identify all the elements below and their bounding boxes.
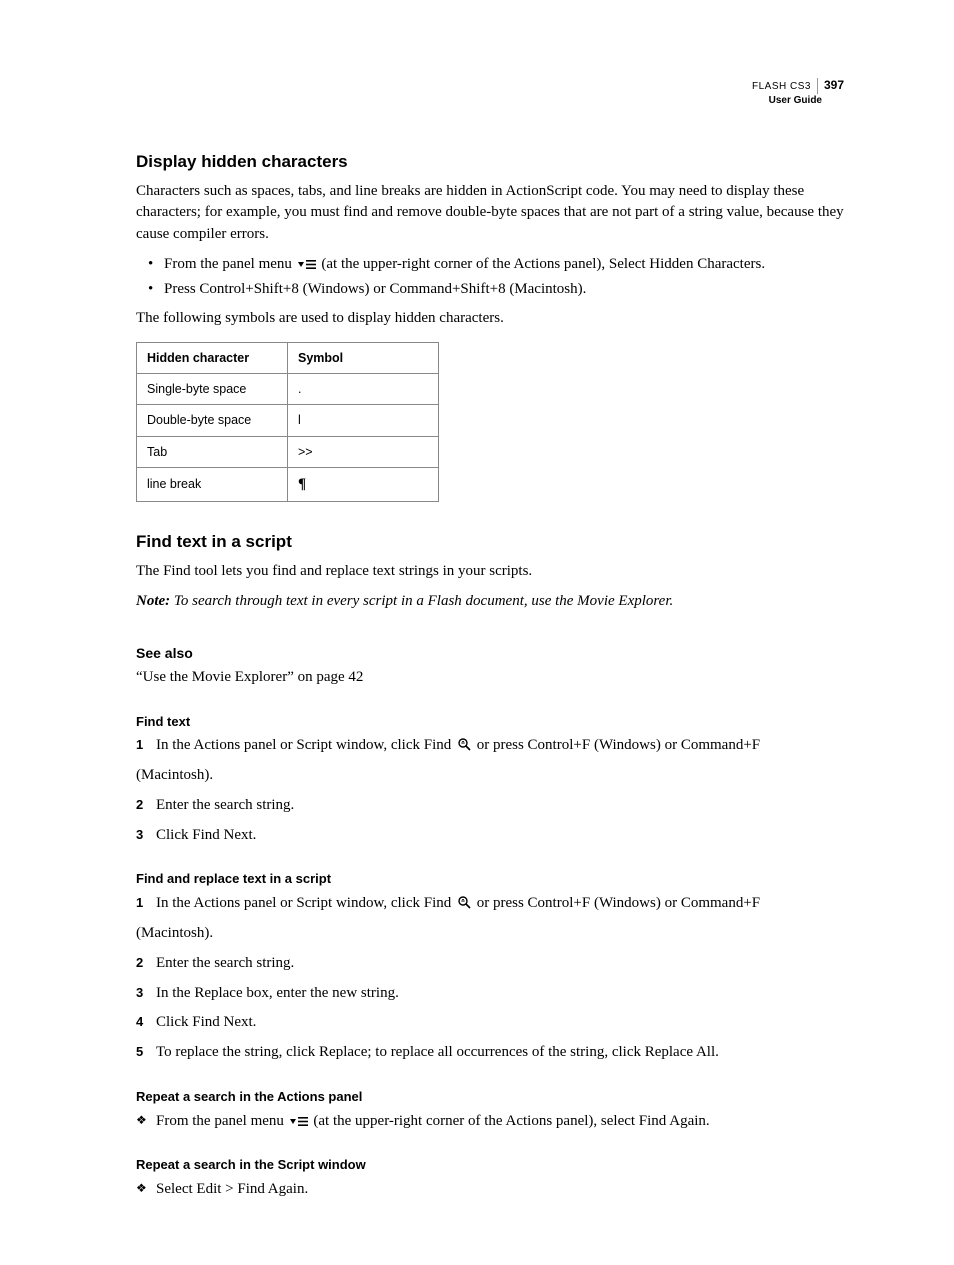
step: 1 In the Actions panel or Script window,… <box>136 893 844 915</box>
table-row: Single-byte space . <box>137 374 439 405</box>
list-item: Press Control+Shift+8 (Windows) or Comma… <box>136 279 844 301</box>
text-fragment: To replace the string, click Replace; to… <box>156 1044 719 1060</box>
text-fragment: (at the upper-right corner of the Action… <box>318 256 765 272</box>
text-fragment: or press Control+F (Windows) or Command+… <box>473 895 760 911</box>
see-also-heading: See also <box>136 643 844 663</box>
procedure-heading-repeat-actions: Repeat a search in the Actions panel <box>136 1088 844 1107</box>
text-fragment: Click Find Next. <box>156 827 256 843</box>
column-header: Symbol <box>288 343 439 374</box>
product-name: FLASH CS3 <box>752 80 811 93</box>
step: 1 In the Actions panel or Script window,… <box>136 735 844 757</box>
step-continuation: (Macintosh). <box>136 765 844 787</box>
text-fragment: In the Actions panel or Script window, c… <box>156 895 455 911</box>
step: 5To replace the string, click Replace; t… <box>136 1042 844 1064</box>
procedure-heading-find-replace: Find and replace text in a script <box>136 870 844 889</box>
panel-menu-icon <box>290 1116 308 1127</box>
table-row: line break ¶ <box>137 467 439 502</box>
step: 3In the Replace box, enter the new strin… <box>136 983 844 1005</box>
step: 3Click Find Next. <box>136 825 844 847</box>
text-fragment: Enter the search string. <box>156 955 294 971</box>
page-header: FLASH CS3 397 User Guide <box>752 78 844 107</box>
table-row: Hidden character Symbol <box>137 343 439 374</box>
ordered-steps: 1 In the Actions panel or Script window,… <box>136 735 844 757</box>
cell: >> <box>288 436 439 467</box>
text-fragment: In the Replace box, enter the new string… <box>156 985 399 1001</box>
hidden-characters-table: Hidden character Symbol Single-byte spac… <box>136 342 439 502</box>
section-heading-display-hidden: Display hidden characters <box>136 150 844 175</box>
table-row: Double-byte space l <box>137 405 439 436</box>
step: 2Enter the search string. <box>136 795 844 817</box>
list-item: From the panel menu (at the upper-right … <box>136 1111 844 1133</box>
ordered-steps: 2Enter the search string. 3Click Find Ne… <box>136 795 844 847</box>
text-fragment: In the Actions panel or Script window, c… <box>156 737 455 753</box>
cell: Single-byte space <box>137 374 288 405</box>
find-icon <box>457 737 471 751</box>
panel-menu-icon <box>298 259 316 270</box>
list-item: Select Edit > Find Again. <box>136 1179 844 1201</box>
see-also-link: “Use the Movie Explorer” on page 42 <box>136 667 844 689</box>
body-text: The following symbols are used to displa… <box>136 308 844 330</box>
content: Display hidden characters Characters suc… <box>136 150 844 1201</box>
text-fragment: or press Control+F (Windows) or Command+… <box>473 737 760 753</box>
cell: ¶ <box>288 467 439 502</box>
guide-label: User Guide <box>752 94 844 107</box>
procedure-heading-repeat-script: Repeat a search in the Script window <box>136 1156 844 1175</box>
note-label: Note: <box>136 593 170 609</box>
ordered-steps: 2Enter the search string. 3In the Replac… <box>136 953 844 1064</box>
step: 4Click Find Next. <box>136 1012 844 1034</box>
text-fragment: (at the upper-right corner of the Action… <box>310 1113 710 1129</box>
cell: Tab <box>137 436 288 467</box>
find-icon <box>457 895 471 909</box>
step: 2Enter the search string. <box>136 953 844 975</box>
bullet-list: From the panel menu (at the upper-right … <box>136 254 844 301</box>
table-row: Tab >> <box>137 436 439 467</box>
step-continuation: (Macintosh). <box>136 923 844 945</box>
text-fragment: From the panel menu <box>164 256 296 272</box>
note: Note: To search through text in every sc… <box>136 591 844 613</box>
section-heading-find-text: Find text in a script <box>136 530 844 555</box>
diamond-list: From the panel menu (at the upper-right … <box>136 1111 844 1133</box>
ordered-steps: 1 In the Actions panel or Script window,… <box>136 893 844 915</box>
column-header: Hidden character <box>137 343 288 374</box>
text-fragment: From the panel menu <box>156 1113 288 1129</box>
cell: l <box>288 405 439 436</box>
diamond-list: Select Edit > Find Again. <box>136 1179 844 1201</box>
body-text: The Find tool lets you find and replace … <box>136 561 844 583</box>
cell: line break <box>137 467 288 502</box>
note-text: To search through text in every script i… <box>170 593 673 609</box>
page: FLASH CS3 397 User Guide Display hidden … <box>0 0 954 1265</box>
procedure-heading-find-text: Find text <box>136 713 844 732</box>
text-fragment: Click Find Next. <box>156 1014 256 1030</box>
body-text: Characters such as spaces, tabs, and lin… <box>136 181 844 246</box>
list-item: From the panel menu (at the upper-right … <box>136 254 844 276</box>
cell: Double-byte space <box>137 405 288 436</box>
cell: . <box>288 374 439 405</box>
page-number: 397 <box>817 78 844 94</box>
text-fragment: Enter the search string. <box>156 797 294 813</box>
